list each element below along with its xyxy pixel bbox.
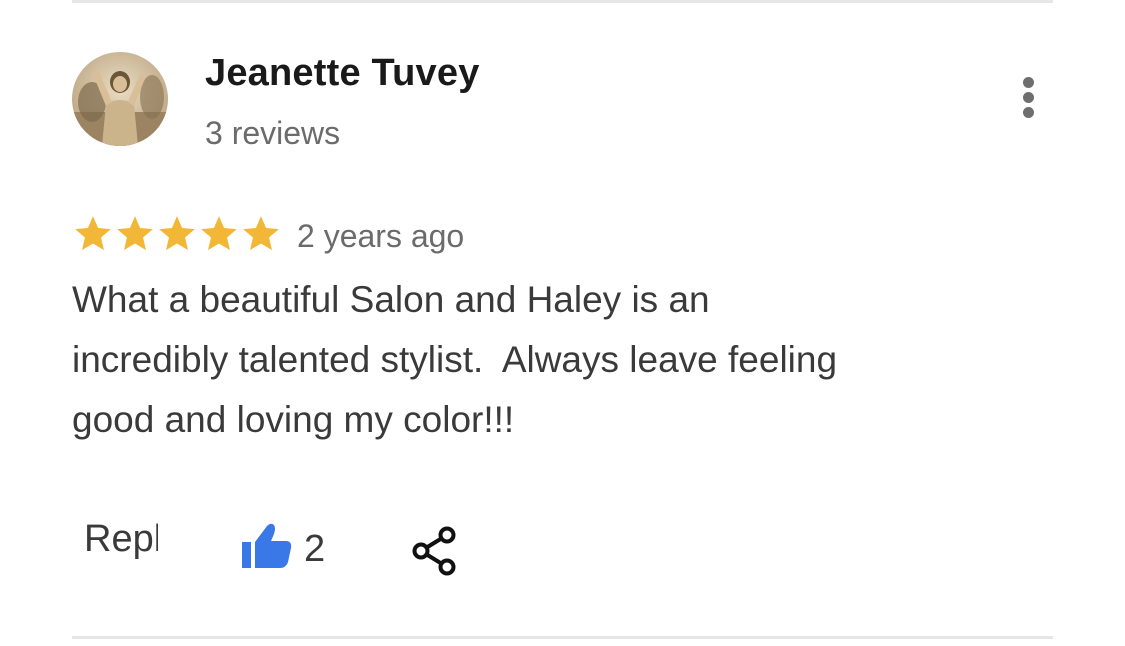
review-date: 2 years ago [297, 218, 465, 254]
share-button[interactable] [410, 525, 460, 577]
like-button[interactable]: 2 [240, 522, 328, 572]
avatar-photo [72, 52, 168, 146]
share-icon [412, 526, 456, 576]
more-options-button[interactable] [1010, 72, 1048, 122]
review-card: Jeanette Tuvey 3 reviews 2 years ago Wha… [0, 0, 1125, 646]
star-icon [201, 216, 237, 251]
avatar[interactable] [72, 52, 168, 146]
more-vert-icon-dot [1023, 92, 1034, 103]
review-text-line: incredibly talented stylist. Always leav… [72, 339, 838, 380]
reviewer-name[interactable]: Jeanette Tuvey [205, 52, 480, 95]
more-vert-icon [1023, 77, 1034, 88]
star-icon [159, 216, 195, 251]
review-text: What a beautiful Salon and Haley is an i… [72, 270, 972, 450]
star-icon [243, 216, 279, 251]
top-divider [72, 0, 1053, 3]
star-rating [72, 212, 282, 256]
like-count: 2 [304, 528, 326, 570]
review-text-line: What a beautiful Salon and Haley is an [72, 279, 710, 320]
reviewer-review-count: 3 reviews [205, 115, 341, 151]
reply-button[interactable]: Reply [84, 518, 158, 568]
review-text-line: good and loving my color!!! [72, 399, 515, 440]
more-vert-icon-dot [1023, 107, 1034, 118]
bottom-divider [72, 636, 1053, 639]
star-icon [75, 216, 111, 251]
star-icon [117, 216, 153, 251]
thumbs-up-icon [242, 523, 292, 568]
